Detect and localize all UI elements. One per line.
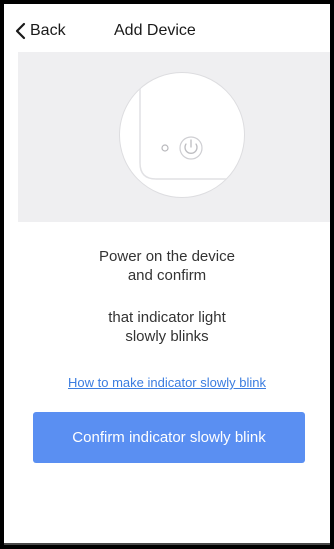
power-icon (179, 136, 203, 160)
chevron-left-icon (14, 22, 28, 40)
confirm-button[interactable]: Confirm indicator slowly blink (33, 412, 305, 463)
page-title: Add Device (114, 22, 196, 39)
back-button[interactable]: Back (14, 17, 66, 45)
help-link[interactable]: How to make indicator slowly blink (4, 375, 330, 390)
instruction-indicator: that indicator light slowly blinks (108, 309, 226, 345)
back-label: Back (30, 22, 66, 39)
instruction-power-on: Power on the device and confirm (99, 248, 235, 284)
device-drawing (139, 73, 244, 180)
nav-header: Back Add Device (4, 4, 330, 52)
bottom-divider (4, 543, 330, 545)
device-circle (119, 72, 245, 198)
app-screen: Back Add Device Power on the device and … (4, 4, 330, 545)
device-illustration (18, 52, 330, 222)
indicator-light-icon (161, 144, 169, 152)
